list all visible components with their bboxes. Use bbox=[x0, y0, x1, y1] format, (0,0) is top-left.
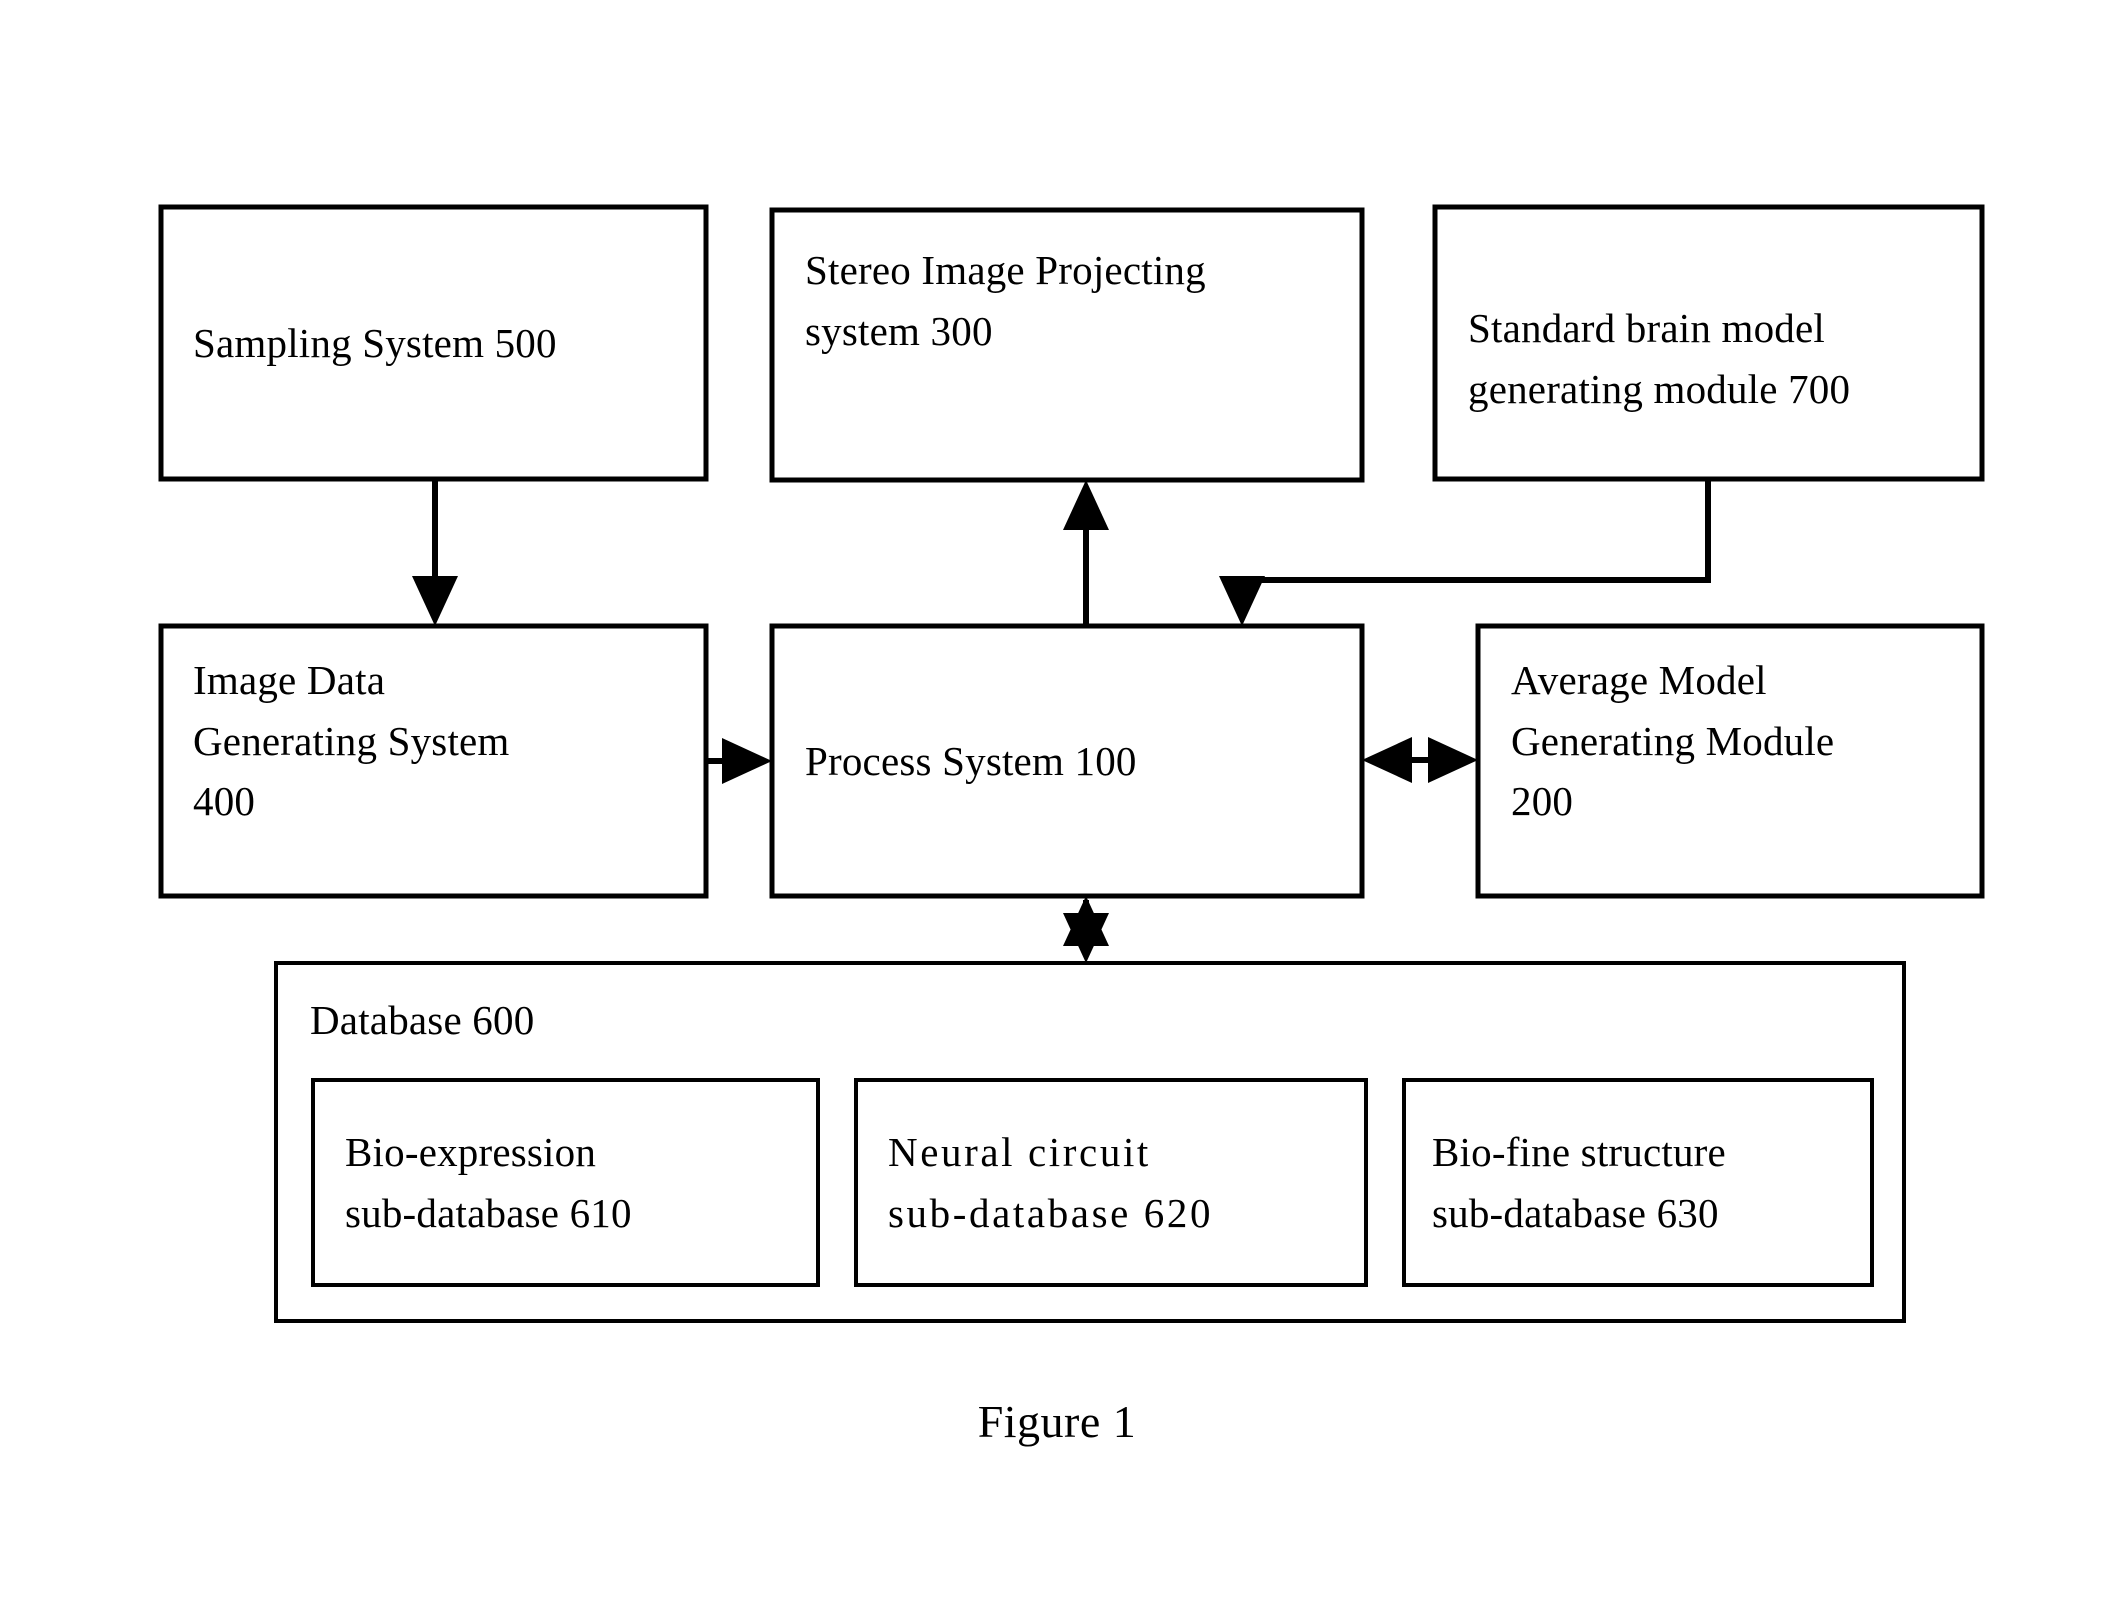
patent-figure: Sampling System 500 Stereo Image Project… bbox=[0, 0, 2114, 1619]
connector-process-to-average-model bbox=[1362, 737, 1478, 783]
connector-image-data-to-process bbox=[706, 738, 772, 784]
label-neural-circuit-sub-database: Neural circuit sub-database 620 bbox=[888, 1128, 1214, 1236]
label-average-model-generating-module: Average Model Generating Module 200 bbox=[1511, 657, 1835, 825]
label-sampling-system: Sampling System 500 bbox=[193, 319, 557, 366]
label-process-system: Process System 100 bbox=[805, 737, 1137, 784]
figure-caption: Figure 1 bbox=[977, 1396, 1137, 1447]
label-bio-expression-sub-database: Bio-expression sub-database 610 bbox=[345, 1128, 632, 1236]
label-bio-fine-structure-sub-database: Bio-fine structure sub-database 630 bbox=[1432, 1128, 1726, 1236]
connector-standard-brain-to-process bbox=[1219, 479, 1711, 626]
label-standard-brain-model: Standard brain model generating module 7… bbox=[1468, 305, 1851, 412]
connector-process-to-database bbox=[1063, 896, 1109, 963]
connector-sampling-to-image-data bbox=[412, 479, 458, 626]
label-database: Database 600 bbox=[310, 997, 535, 1043]
connector-process-to-stereo bbox=[1063, 480, 1109, 626]
label-image-data-generating-system: Image Data Generating System 400 bbox=[193, 657, 510, 825]
label-stereo-image-projecting-system: Stereo Image Projecting system 300 bbox=[805, 247, 1206, 354]
